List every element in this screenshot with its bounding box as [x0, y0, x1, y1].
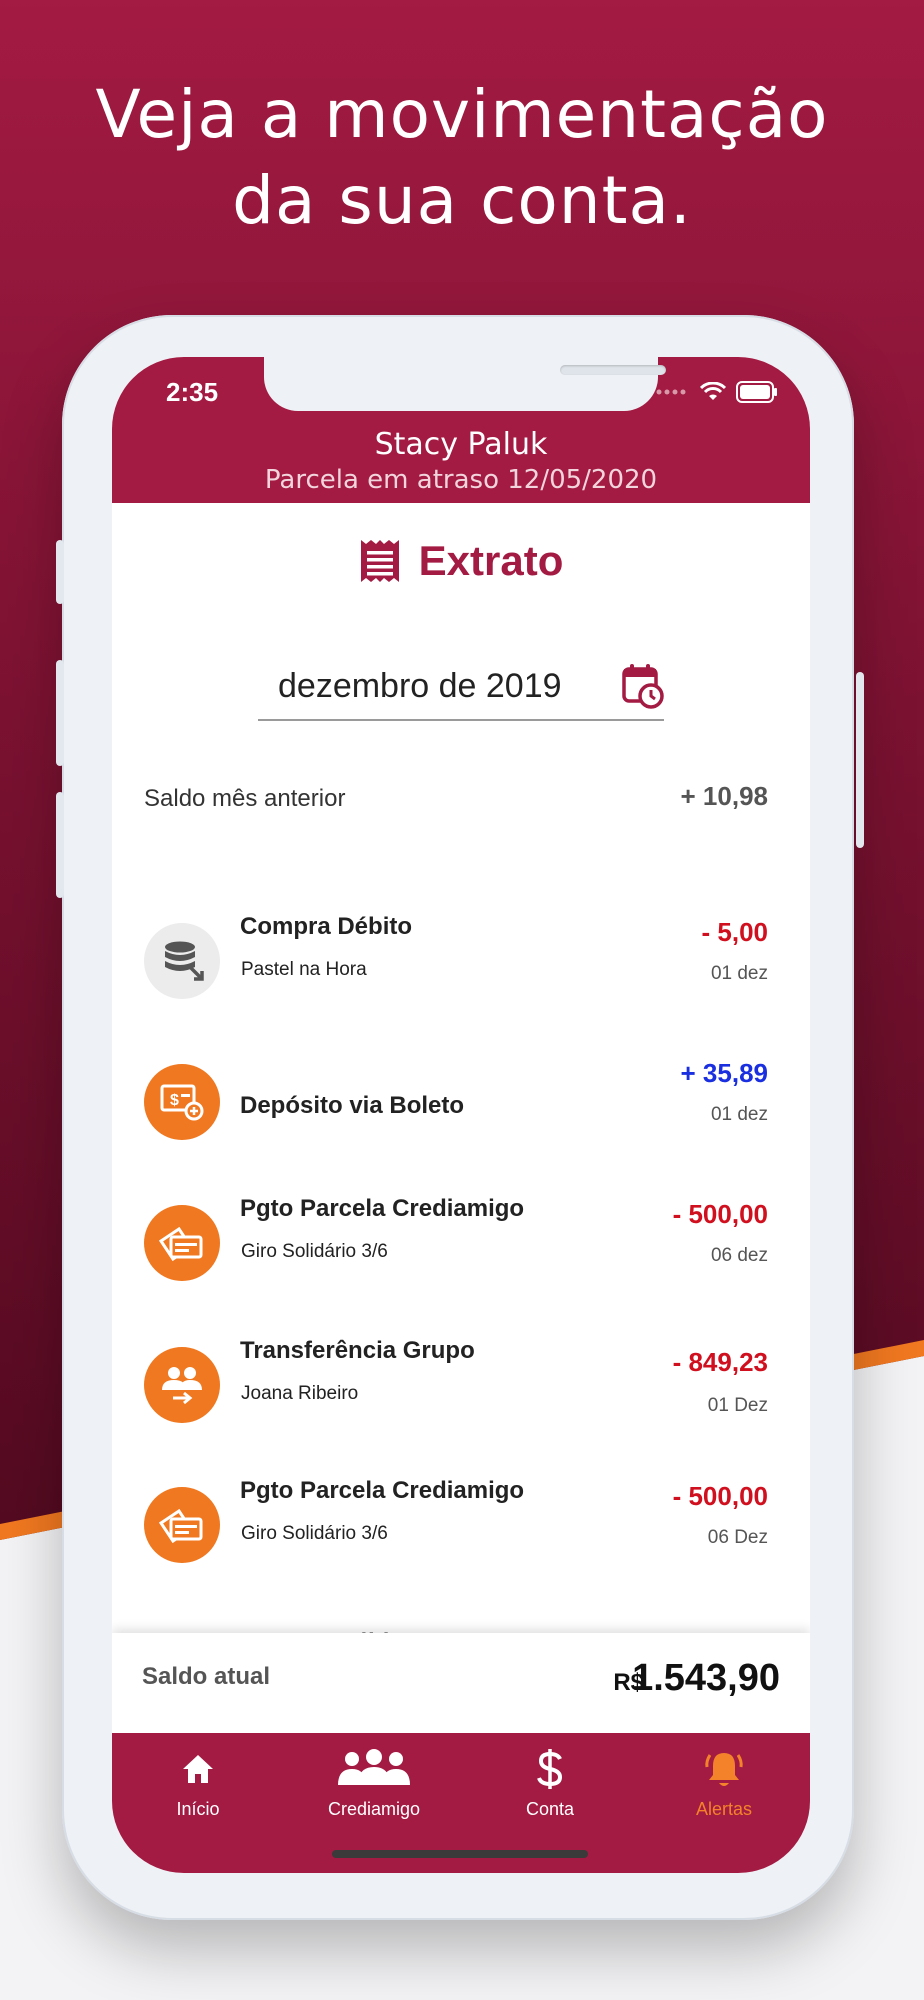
transaction-date: 06 dez	[710, 1245, 768, 1266]
phone-screen: 2:35 Stacy Paluk Parcela em atraso 12/05…	[112, 357, 810, 1873]
transaction-row[interactable]: $ Depósito via Boleto + 35,89 01 dez	[144, 1054, 768, 1154]
database-debit-icon	[144, 923, 220, 999]
tab-label: Início	[176, 1799, 220, 1819]
transaction-title: Compra Débito	[240, 913, 413, 940]
user-name: Stacy Paluk	[374, 427, 548, 462]
battery-icon	[736, 381, 777, 403]
month-selector[interactable]: dezembro de 2019	[258, 664, 664, 721]
transaction-title: Transferência Grupo	[240, 1337, 475, 1364]
transaction-subtitle: Giro Solidário 3/6	[241, 1241, 388, 1262]
app-header: 2:35 Stacy Paluk Parcela em atraso 12/05…	[112, 357, 810, 503]
wifi-icon	[700, 382, 726, 400]
svg-text:$: $	[170, 1092, 179, 1109]
notch	[264, 357, 666, 411]
transaction-amount: - 849,23	[672, 1347, 768, 1377]
transaction-amount: + 35,89	[680, 1058, 768, 1088]
tab-alertas[interactable]: Alertas	[644, 1745, 804, 1820]
transaction-title: Pgto Parcela Crediamigo	[240, 1195, 525, 1222]
deposit-icon: $	[144, 1064, 220, 1140]
transaction-title: Pgto Parcela Crediamigo	[240, 1477, 525, 1504]
month-value: dezembro de 2019	[278, 667, 562, 705]
transaction-title: Depósito via Boleto	[240, 1092, 465, 1119]
previous-balance-label: Saldo mês anterior	[144, 785, 346, 812]
transaction-subtitle: Pastel na Hora	[241, 959, 367, 980]
transaction-row[interactable]: Pgto Parcela Crediamigo Giro Solidário 3…	[144, 1195, 768, 1295]
transaction-subtitle: Giro Solidário 3/6	[241, 1523, 388, 1544]
payment-cards-icon	[144, 1205, 220, 1281]
tab-label: Alertas	[695, 1799, 753, 1819]
transaction-amount: - 500,00	[672, 1199, 768, 1229]
headline-line-2: da sua conta.	[232, 162, 692, 239]
transaction-date: 01 Dez	[707, 1395, 768, 1416]
phone-power-button	[856, 672, 864, 848]
tab-conta[interactable]: Conta	[470, 1745, 630, 1820]
transaction-date: 06 Dez	[707, 1527, 768, 1548]
previous-balance-value: + 10,98	[680, 781, 768, 811]
transaction-row[interactable]: Pgto Parcela Crediamigo Giro Solidário 3…	[144, 1477, 768, 1577]
overdue-notice: Parcela em atraso 12/05/2020	[264, 465, 658, 495]
previous-balance-row: Saldo mês anterior + 10,98	[144, 781, 768, 821]
transaction-date: 01 dez	[710, 1104, 768, 1125]
current-balance-bar: Saldo atual R$ 1.543,90	[112, 1633, 810, 1733]
calendar-clock-icon[interactable]	[622, 663, 664, 709]
signal-icon	[656, 389, 686, 395]
tab-inicio[interactable]: Início	[118, 1745, 278, 1820]
headline-line-1: Veja a movimentação	[95, 76, 829, 153]
speaker	[560, 365, 666, 375]
phone-volume-up	[56, 660, 64, 766]
headline: Veja a movimentação da sua conta.	[0, 72, 924, 244]
current-balance-value: 1.543,90	[632, 1657, 780, 1699]
status-time: 2:35	[166, 377, 219, 407]
home-indicator	[332, 1850, 588, 1858]
transaction-amount: - 500,00	[672, 1481, 768, 1511]
people-icon	[338, 1749, 410, 1785]
phone-volume-down	[56, 792, 64, 898]
tab-label: Conta	[525, 1799, 575, 1819]
group-transfer-icon	[144, 1347, 220, 1423]
transaction-subtitle: Joana Ribeiro	[241, 1383, 359, 1404]
tab-label: Crediamigo	[327, 1799, 421, 1819]
transaction-amount: - 5,00	[701, 917, 769, 947]
current-balance-label: Saldo atual	[142, 1663, 271, 1690]
page-title: Extrato	[112, 537, 810, 585]
dollar-icon	[537, 1749, 563, 1789]
transaction-row[interactable]: Compra Débito Pastel na Hora - 5,00 01 d…	[144, 913, 768, 1013]
bell-icon	[705, 1753, 743, 1786]
receipt-icon	[360, 540, 399, 582]
transaction-date: 01 dez	[710, 963, 768, 984]
home-icon	[183, 1755, 213, 1783]
tab-crediamigo[interactable]: Crediamigo	[294, 1745, 454, 1820]
status-icons	[656, 381, 778, 403]
phone-side-button	[56, 540, 64, 604]
payment-cards-icon	[144, 1487, 220, 1563]
transaction-row[interactable]: Transferência Grupo Joana Ribeiro - 849,…	[144, 1337, 768, 1437]
page-title-text: Extrato	[418, 537, 564, 584]
